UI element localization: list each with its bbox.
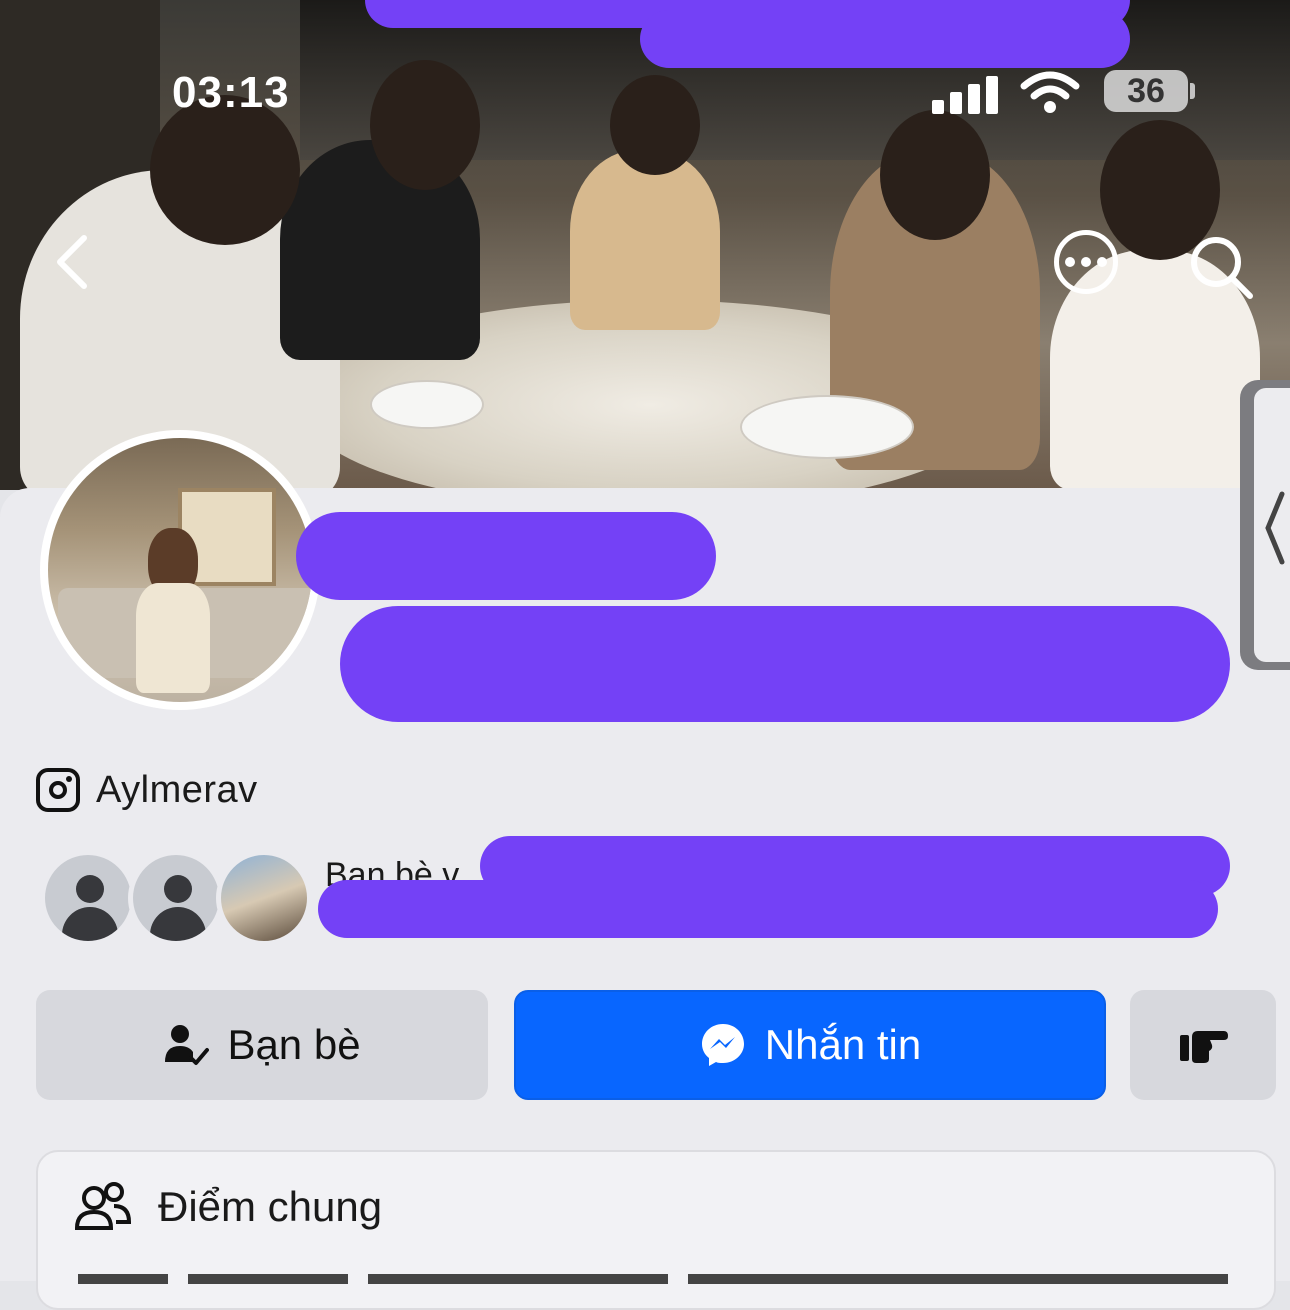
search-button[interactable]: [1186, 232, 1256, 302]
common-interests-detail: [78, 1264, 1238, 1284]
mutual-friend-avatar[interactable]: [128, 850, 224, 946]
chevron-left-icon: [1265, 491, 1285, 565]
messenger-icon: [701, 1024, 744, 1066]
mutual-friend-avatar[interactable]: [40, 850, 136, 946]
message-button[interactable]: Nhắn tin: [514, 990, 1106, 1100]
poke-button[interactable]: [1130, 990, 1276, 1100]
people-icon: [74, 1182, 132, 1230]
status-time: 03:13: [172, 68, 290, 117]
instagram-link[interactable]: Aylmerav: [36, 768, 258, 812]
friend-check-icon: [165, 1025, 210, 1065]
instagram-icon: [36, 768, 80, 812]
cover-plate: [370, 380, 484, 429]
common-interests-title: Điểm chung: [158, 1183, 383, 1230]
cover-person-head: [610, 75, 700, 175]
battery-indicator: 36: [1104, 70, 1188, 112]
mutual-friend-avatar[interactable]: [216, 850, 312, 946]
wifi-icon: [1020, 71, 1080, 113]
cover-plate: [740, 395, 914, 459]
more-dots-icon: [1065, 257, 1075, 267]
back-button[interactable]: [48, 232, 98, 292]
avatar-photo: [48, 438, 312, 702]
redaction-mark: [318, 880, 1218, 938]
instagram-handle: Aylmerav: [96, 768, 258, 811]
poke-hand-icon: [1180, 1031, 1228, 1063]
friends-button-label: Bạn bè: [227, 1021, 361, 1068]
more-options-button[interactable]: [1054, 230, 1118, 294]
message-button-label: Nhắn tin: [764, 1021, 922, 1068]
friends-button[interactable]: Bạn bè: [36, 990, 488, 1100]
cellular-signal-icon: [932, 74, 1002, 114]
side-drawer-handle[interactable]: [1240, 380, 1290, 670]
redaction-mark: [340, 606, 1230, 722]
cover-person-head: [370, 60, 480, 190]
battery-tip: [1190, 83, 1195, 99]
cover-person-head: [880, 110, 990, 240]
cover-person: [570, 150, 720, 330]
profile-avatar[interactable]: [40, 430, 320, 710]
redaction-mark: [640, 10, 1130, 68]
redaction-mark: [296, 512, 716, 600]
common-interests-card[interactable]: Điểm chung: [36, 1150, 1276, 1310]
